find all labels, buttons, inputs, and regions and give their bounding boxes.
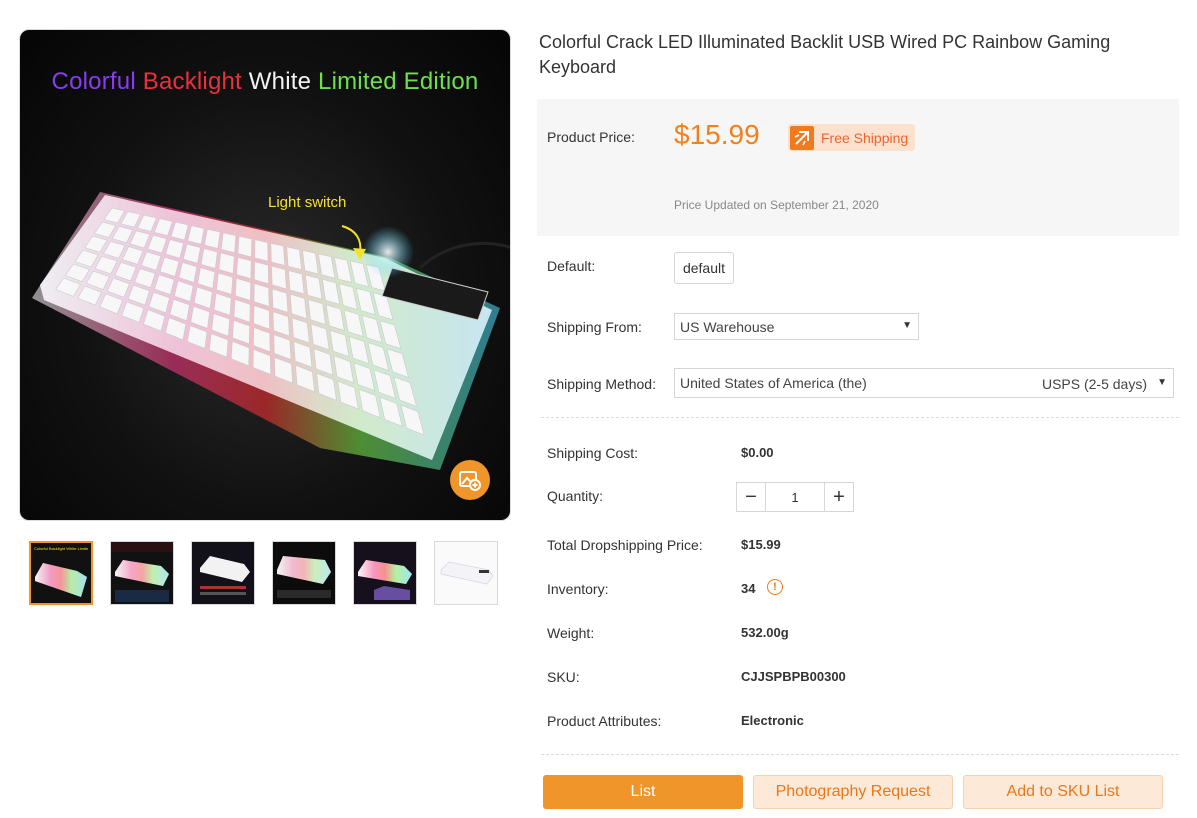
keycap <box>236 256 252 280</box>
shipping-from-value: US Warehouse <box>680 318 775 335</box>
sku-label: SKU: <box>547 669 580 685</box>
shipping-from-select[interactable]: US Warehouse ▼ <box>674 313 919 340</box>
product-attributes-label: Product Attributes: <box>547 713 662 729</box>
weight-label: Weight: <box>547 625 595 641</box>
product-title: Colorful Crack LED Illuminated Backlit U… <box>539 32 1111 77</box>
keycap <box>270 242 286 266</box>
product-attributes-value: Electronic <box>741 713 804 728</box>
thumbnail-6[interactable] <box>434 541 498 605</box>
quantity-decrease-button[interactable]: − <box>737 483 766 511</box>
keycap <box>286 246 302 271</box>
thumbnail-1[interactable]: Colorful Backlight White Limited Edition <box>29 541 93 605</box>
quantity-increase-button[interactable]: + <box>824 483 853 511</box>
list-button[interactable]: List <box>543 775 743 809</box>
photography-request-button[interactable]: Photography Request <box>753 775 953 809</box>
free-shipping-text: Free Shipping <box>821 129 909 146</box>
shipping-from-label: Shipping From: <box>547 319 642 335</box>
weight-value: 532.00g <box>741 625 789 640</box>
add-to-sku-list-button[interactable]: Add to SKU List <box>963 775 1163 809</box>
product-price-label: Product Price: <box>547 129 635 145</box>
section-divider <box>541 754 1179 755</box>
keycap <box>204 228 221 249</box>
image-banner-text: Colorful Backlight White Limited Edition <box>51 68 479 95</box>
caret-down-icon: ▼ <box>1157 377 1167 388</box>
shipping-method-label: Shipping Method: <box>547 376 656 392</box>
keyboard-illustration <box>32 192 510 470</box>
caret-down-icon: ▼ <box>902 320 912 331</box>
shipping-method-country: United States of America (the) <box>680 375 867 391</box>
thumbnail-5[interactable] <box>353 541 417 605</box>
default-label: Default: <box>547 258 596 274</box>
default-variant-button[interactable]: default <box>674 252 734 284</box>
keycap <box>254 261 269 285</box>
total-price-value: $15.99 <box>741 537 781 552</box>
image-search-icon[interactable] <box>450 460 490 500</box>
plane-icon <box>790 125 814 150</box>
shipping-cost-value: $0.00 <box>741 445 774 460</box>
inventory-value: 34 <box>741 581 756 596</box>
light-switch-callout: Light switch <box>268 194 347 211</box>
price-panel: Product Price: $15.99 Free Shipping Pric… <box>537 99 1179 236</box>
keycap <box>237 235 253 258</box>
keycap <box>220 232 237 254</box>
exclamation-circle-icon[interactable]: ! <box>767 579 783 595</box>
quantity-input[interactable] <box>766 483 824 511</box>
total-price-label: Total Dropshipping Price: <box>547 537 703 553</box>
product-price: $15.99 <box>674 119 760 150</box>
inventory-label: Inventory: <box>547 581 609 597</box>
sku-value: CJJSPBPB00300 <box>741 669 846 684</box>
thumbnail-strip: Colorful Backlight White Limited Edition <box>29 541 498 605</box>
thumbnail-4[interactable] <box>272 541 336 605</box>
keycap <box>254 239 269 262</box>
price-updated-note: Price Updated on September 21, 2020 <box>674 198 879 212</box>
main-product-image[interactable]: Colorful Backlight White Limited Edition… <box>19 29 511 521</box>
shipping-method-service: USPS (2-5 days) <box>1041 376 1147 392</box>
shipping-method-select[interactable]: United States of America (the) USPS (2-5… <box>674 368 1174 398</box>
free-shipping-badge: Free Shipping <box>788 124 916 151</box>
quantity-label: Quantity: <box>547 488 604 504</box>
thumbnail-banner: Colorful Backlight White Limited Edition <box>34 546 88 551</box>
thumbnail-3[interactable] <box>191 541 255 605</box>
keycap <box>271 265 287 290</box>
quantity-stepper: − + <box>736 482 854 512</box>
shipping-cost-label: Shipping Cost: <box>547 445 639 461</box>
section-divider <box>541 417 1179 418</box>
thumbnail-2[interactable] <box>110 541 174 605</box>
